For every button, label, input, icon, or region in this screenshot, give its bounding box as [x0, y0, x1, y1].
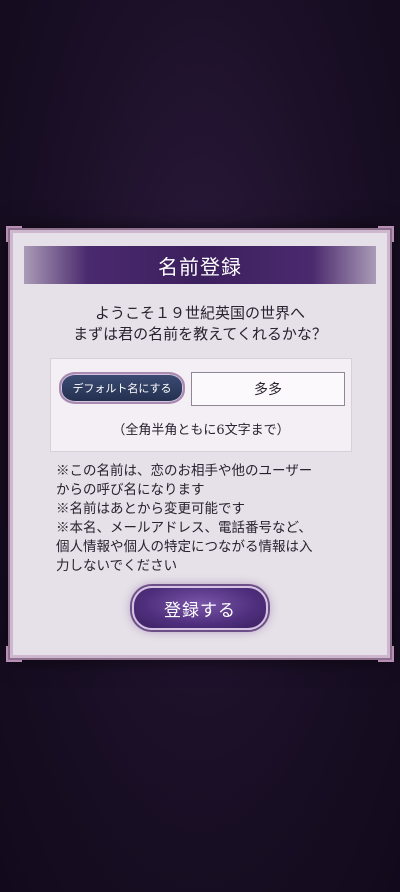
note-line: 個人情報や個人の特定につながる情報は入 — [56, 539, 313, 555]
note-line: 力しないでください — [56, 558, 178, 574]
welcome-line-1: ようこそ１９世紀英国の世界へ — [94, 304, 305, 322]
note-line: ※本名、メールアドレス、電話番号など、 — [56, 520, 312, 536]
default-name-button[interactable]: デフォルト名にする — [59, 372, 185, 404]
name-input-panel: デフォルト名にする （全角半角ともに6文字まで） — [50, 358, 352, 452]
note-line: ※名前はあとから変更可能です — [56, 501, 245, 517]
note-line: ※この名前は、恋のお相手や他のユーザー — [56, 463, 313, 479]
dialog-title-bar: 名前登録 — [24, 246, 376, 284]
corner-ornament — [6, 226, 22, 242]
register-button[interactable]: 登録する — [132, 586, 268, 630]
dialog-title: 名前登録 — [158, 254, 242, 279]
name-input[interactable] — [191, 372, 345, 406]
character-limit-hint: （全角半角ともに6文字まで） — [112, 423, 290, 438]
corner-ornament — [6, 646, 22, 662]
note-line: からの呼び名になります — [56, 482, 205, 498]
welcome-message: ようこそ１９世紀英国の世界へ まずは君の名前を教えてくれるかな？ — [10, 303, 390, 345]
corner-ornament — [378, 226, 394, 242]
name-registration-dialog: 名前登録 ようこそ１９世紀英国の世界へ まずは君の名前を教えてくれるかな？ デフ… — [6, 226, 394, 662]
corner-ornament — [378, 646, 394, 662]
notes: ※この名前は、恋のお相手や他のユーザー からの呼び名になります ※名前はあとから… — [56, 462, 366, 576]
welcome-line-2: まずは君の名前を教えてくれるかな？ — [73, 325, 327, 343]
